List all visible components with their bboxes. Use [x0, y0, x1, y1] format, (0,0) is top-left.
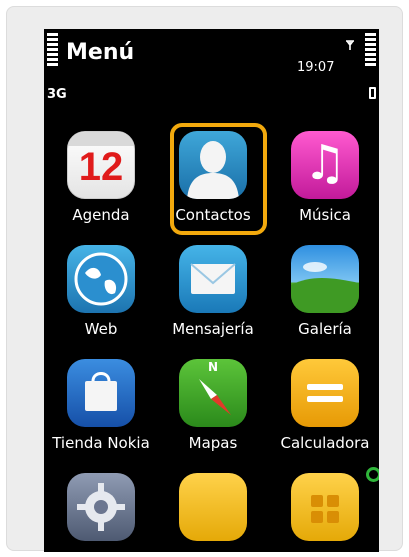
- music-icon: ♫: [291, 131, 359, 199]
- app-galeria[interactable]: Galería: [268, 240, 378, 352]
- gallery-icon: [291, 245, 359, 313]
- device-frame: Menú 3G 19:07 12 Agenda Contactos ♫ Músi…: [6, 6, 403, 552]
- app-settings[interactable]: [44, 468, 154, 552]
- calendar-icon: 12: [67, 131, 135, 199]
- new-item-indicator-icon: [366, 467, 379, 482]
- app-label: Música: [299, 206, 351, 224]
- app-label: Tienda Nokia: [52, 434, 150, 452]
- app-folder[interactable]: [156, 468, 266, 552]
- app-tienda-nokia[interactable]: Tienda Nokia: [44, 354, 154, 466]
- compass-icon: N: [179, 359, 247, 427]
- app-mapas[interactable]: N Mapas: [156, 354, 266, 466]
- app-mensajeria[interactable]: Mensajería: [156, 240, 266, 352]
- app-calculadora[interactable]: Calculadora: [268, 354, 378, 466]
- store-bag-icon: [67, 359, 135, 427]
- app-label: Galería: [298, 320, 352, 338]
- selection-highlight: [170, 123, 267, 235]
- phone-screen: Menú 3G 19:07 12 Agenda Contactos ♫ Músi…: [44, 29, 379, 552]
- compass-north-glyph: N: [207, 360, 219, 374]
- app-grid: 12 Agenda Contactos ♫ Música Web Mensaje…: [44, 29, 379, 552]
- app-web[interactable]: Web: [44, 240, 154, 352]
- folder-icon: [179, 473, 247, 541]
- app-musica[interactable]: ♫ Música: [268, 126, 378, 238]
- app-label: Mapas: [188, 434, 238, 452]
- app-agenda[interactable]: 12 Agenda: [44, 126, 154, 238]
- settings-gear-icon: [67, 473, 135, 541]
- mail-icon: [179, 245, 247, 313]
- music-note-glyph: ♫: [303, 135, 347, 191]
- app-label: Web: [84, 320, 118, 338]
- globe-icon: [67, 245, 135, 313]
- apps-folder-icon: [291, 473, 359, 541]
- app-apps-folder[interactable]: [268, 468, 378, 552]
- app-label: Calculadora: [280, 434, 370, 452]
- app-label: Agenda: [72, 206, 130, 224]
- calendar-day: 12: [78, 145, 124, 189]
- app-label: Mensajería: [172, 320, 254, 338]
- calculator-icon: [291, 359, 359, 427]
